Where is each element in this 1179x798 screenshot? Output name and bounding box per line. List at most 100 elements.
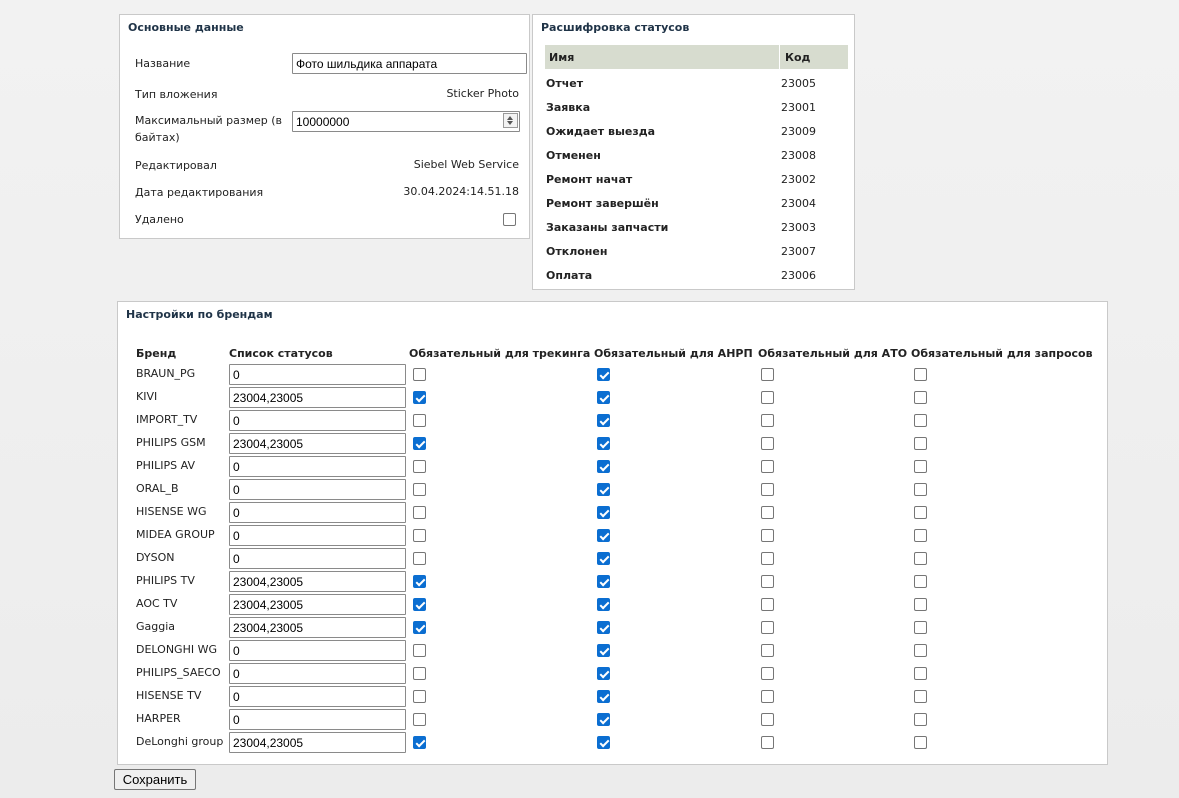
ato-checkbox[interactable]	[761, 437, 774, 450]
ato-checkbox[interactable]	[761, 506, 774, 519]
anrp-checkbox[interactable]	[597, 598, 610, 611]
deleted-checkbox[interactable]	[503, 213, 516, 226]
name-label: Название	[135, 57, 191, 70]
status-name: Отменен	[546, 149, 601, 162]
status-list-input[interactable]	[229, 663, 406, 684]
tracking-checkbox[interactable]	[413, 667, 426, 680]
requests-checkbox[interactable]	[914, 736, 927, 749]
status-list-input[interactable]	[229, 686, 406, 707]
anrp-checkbox[interactable]	[597, 437, 610, 450]
ato-checkbox[interactable]	[761, 368, 774, 381]
tracking-checkbox[interactable]	[413, 483, 426, 496]
ato-checkbox[interactable]	[761, 736, 774, 749]
ato-checkbox[interactable]	[761, 552, 774, 565]
status-list-input[interactable]	[229, 594, 406, 615]
requests-checkbox[interactable]	[914, 414, 927, 427]
status-table-header: Имя Код	[545, 45, 848, 69]
tracking-checkbox[interactable]	[413, 437, 426, 450]
status-list-input[interactable]	[229, 456, 406, 477]
status-list-input[interactable]	[229, 571, 406, 592]
requests-checkbox[interactable]	[914, 506, 927, 519]
ato-checkbox[interactable]	[761, 391, 774, 404]
anrp-checkbox[interactable]	[597, 575, 610, 588]
requests-checkbox[interactable]	[914, 667, 927, 680]
status-list-input[interactable]	[229, 479, 406, 500]
status-list-input[interactable]	[229, 502, 406, 523]
status-list-input[interactable]	[229, 732, 406, 753]
max-size-spinner[interactable]	[503, 113, 518, 128]
anrp-checkbox[interactable]	[597, 506, 610, 519]
spin-down-icon[interactable]	[507, 121, 513, 125]
requests-checkbox[interactable]	[914, 437, 927, 450]
requests-checkbox[interactable]	[914, 391, 927, 404]
status-list-input[interactable]	[229, 433, 406, 454]
ato-checkbox[interactable]	[761, 644, 774, 657]
anrp-checkbox[interactable]	[597, 483, 610, 496]
status-list-input[interactable]	[229, 364, 406, 385]
requests-checkbox[interactable]	[914, 552, 927, 565]
tracking-checkbox[interactable]	[413, 736, 426, 749]
status-list-input[interactable]	[229, 617, 406, 638]
tracking-checkbox[interactable]	[413, 644, 426, 657]
status-list-input[interactable]	[229, 548, 406, 569]
requests-checkbox[interactable]	[914, 690, 927, 703]
anrp-checkbox[interactable]	[597, 391, 610, 404]
status-list-input[interactable]	[229, 387, 406, 408]
brand-name: DeLonghi group	[136, 735, 224, 748]
anrp-checkbox[interactable]	[597, 667, 610, 680]
requests-checkbox[interactable]	[914, 575, 927, 588]
anrp-checkbox[interactable]	[597, 414, 610, 427]
tracking-checkbox[interactable]	[413, 529, 426, 542]
ato-checkbox[interactable]	[761, 460, 774, 473]
spin-up-icon[interactable]	[507, 116, 513, 120]
ato-checkbox[interactable]	[761, 483, 774, 496]
tracking-checkbox[interactable]	[413, 552, 426, 565]
tracking-checkbox[interactable]	[413, 506, 426, 519]
ato-checkbox[interactable]	[761, 575, 774, 588]
requests-checkbox[interactable]	[914, 621, 927, 634]
tracking-checkbox[interactable]	[413, 621, 426, 634]
tracking-checkbox[interactable]	[413, 575, 426, 588]
status-list-input[interactable]	[229, 410, 406, 431]
tracking-checkbox[interactable]	[413, 414, 426, 427]
ato-checkbox[interactable]	[761, 667, 774, 680]
tracking-checkbox[interactable]	[413, 690, 426, 703]
tracking-checkbox[interactable]	[413, 598, 426, 611]
col-anrp: Обязательный для АНРП	[594, 347, 753, 360]
ato-checkbox[interactable]	[761, 690, 774, 703]
requests-checkbox[interactable]	[914, 483, 927, 496]
anrp-checkbox[interactable]	[597, 460, 610, 473]
anrp-checkbox[interactable]	[597, 552, 610, 565]
anrp-checkbox[interactable]	[597, 621, 610, 634]
anrp-checkbox[interactable]	[597, 736, 610, 749]
requests-checkbox[interactable]	[914, 368, 927, 381]
anrp-checkbox[interactable]	[597, 644, 610, 657]
status-list-input[interactable]	[229, 709, 406, 730]
tracking-checkbox[interactable]	[413, 368, 426, 381]
tracking-checkbox[interactable]	[413, 460, 426, 473]
requests-checkbox[interactable]	[914, 460, 927, 473]
requests-checkbox[interactable]	[914, 644, 927, 657]
anrp-checkbox[interactable]	[597, 690, 610, 703]
anrp-checkbox[interactable]	[597, 529, 610, 542]
brand-name: PHILIPS GSM	[136, 436, 206, 449]
tracking-checkbox[interactable]	[413, 713, 426, 726]
name-input[interactable]	[292, 53, 527, 74]
requests-checkbox[interactable]	[914, 598, 927, 611]
tracking-checkbox[interactable]	[413, 391, 426, 404]
brand-name: HARPER	[136, 712, 181, 725]
anrp-checkbox[interactable]	[597, 713, 610, 726]
requests-checkbox[interactable]	[914, 713, 927, 726]
anrp-checkbox[interactable]	[597, 368, 610, 381]
status-list-input[interactable]	[229, 525, 406, 546]
brand-name: AOC TV	[136, 597, 178, 610]
requests-checkbox[interactable]	[914, 529, 927, 542]
max-size-input[interactable]	[292, 111, 520, 132]
ato-checkbox[interactable]	[761, 598, 774, 611]
save-button[interactable]: Сохранить	[114, 769, 196, 790]
ato-checkbox[interactable]	[761, 414, 774, 427]
ato-checkbox[interactable]	[761, 621, 774, 634]
status-list-input[interactable]	[229, 640, 406, 661]
ato-checkbox[interactable]	[761, 529, 774, 542]
ato-checkbox[interactable]	[761, 713, 774, 726]
